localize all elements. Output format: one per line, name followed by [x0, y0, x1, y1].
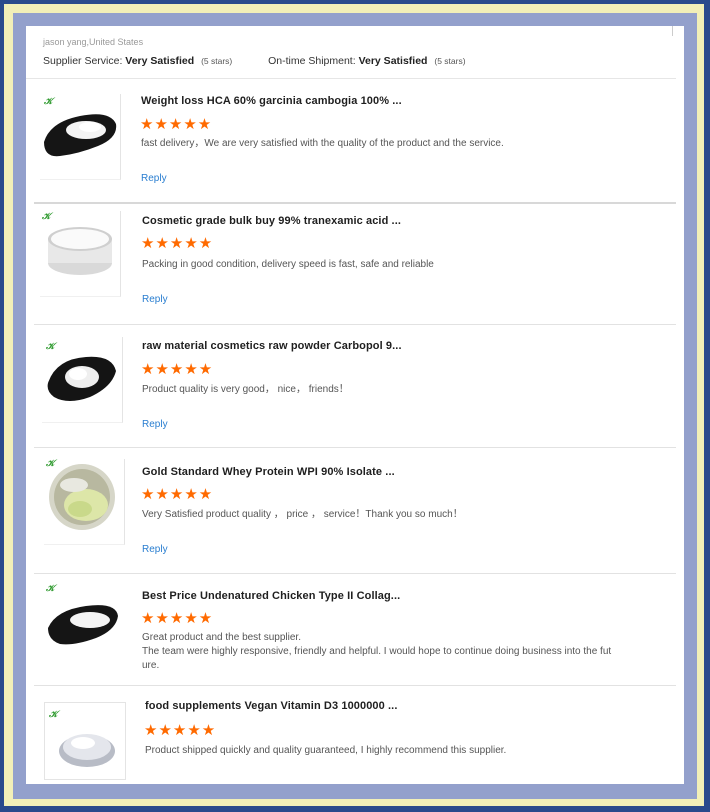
product-thumbnail[interactable] [40, 211, 121, 297]
reply-link[interactable]: Reply [142, 419, 168, 430]
product-title-link[interactable]: Weight loss HCA 60% garcinia cambogia 10… [141, 95, 402, 107]
reply-link[interactable]: Reply [142, 294, 168, 305]
rating-stars-icon: ★★★★★ [141, 361, 214, 378]
powder-glass-bowl-image [49, 464, 115, 530]
shipment-label: On-time Shipment: [268, 55, 356, 67]
supplier-service-stars: (5 stars) [201, 56, 233, 66]
product-title-link[interactable]: Cosmetic grade bulk buy 99% tranexamic a… [142, 215, 401, 227]
product-thumbnail[interactable]: 𝒦 [44, 702, 126, 780]
supplier-service-value: Very Satisfied [125, 55, 195, 67]
review-text: Great product and the best supplier. The… [142, 632, 612, 671]
shipment-stars: (5 stars) [434, 56, 466, 66]
review-summary-header: jason yang,United States Supplier Servic… [26, 26, 676, 79]
product-thumbnail[interactable] [42, 337, 123, 423]
powder-on-black-dish-image [48, 605, 118, 645]
product-title-link[interactable]: food supplements Vegan Vitamin D3 100000… [145, 700, 398, 712]
review-item: 𝒦 raw material cosmetics raw powder Carb… [26, 325, 676, 449]
review-item: 𝒦 Best Price Undenatured Chicken Type II… [26, 574, 676, 686]
reply-link[interactable]: Reply [142, 544, 168, 555]
rating-stars-icon: ★★★★★ [140, 116, 213, 133]
divider [34, 447, 676, 448]
product-thumbnail[interactable] [44, 588, 124, 662]
rating-stars-icon: ★★★★★ [141, 486, 214, 503]
powder-on-black-dish-image [44, 114, 117, 157]
rating-stars-icon: ★★★★★ [144, 722, 217, 739]
rating-stars-icon: ★★★★★ [141, 235, 214, 252]
supplier-service-label: Supplier Service: [43, 55, 123, 67]
product-thumbnail[interactable] [40, 94, 121, 180]
review-item: 𝒦 food supplements Vegan Vitamin D3 1000… [26, 686, 676, 784]
review-text: Product shipped quickly and quality guar… [145, 745, 507, 756]
reviewer-name: jason yang,United States [43, 37, 144, 47]
leaf-logo-icon: 𝒦 [49, 709, 58, 719]
summary-ratings: Supplier Service: Very Satisfied (5 star… [43, 55, 466, 67]
review-text: Very Satisfied product quality ， price ，… [142, 509, 463, 520]
divider [672, 26, 673, 36]
review-text: fast delivery，We are very satisfied with… [141, 138, 504, 149]
reviews-panel: jason yang,United States Supplier Servic… [26, 26, 684, 784]
review-item: 𝒦 Weight loss HCA 60% garcinia cambogia … [26, 78, 676, 204]
reply-link[interactable]: Reply [141, 173, 167, 184]
review-text: Product quality is very good， nice， frie… [142, 384, 349, 395]
product-title-link[interactable]: Best Price Undenatured Chicken Type II C… [142, 590, 400, 602]
product-title-link[interactable]: Gold Standard Whey Protein WPI 90% Isola… [142, 466, 395, 478]
powder-bowl-image [48, 227, 112, 275]
review-text: Packing in good condition, delivery spee… [142, 259, 434, 270]
shipment-value: Very Satisfied [358, 55, 428, 67]
powder-on-black-leaf-image [47, 356, 116, 401]
review-item: 𝒦 Cosmetic grade bulk buy 99% tranexamic… [26, 203, 676, 325]
rating-stars-icon: ★★★★★ [141, 610, 214, 627]
product-title-link[interactable]: raw material cosmetics raw powder Carbop… [142, 340, 402, 352]
product-thumbnail[interactable] [44, 459, 125, 545]
review-item: 𝒦 Gold Standard Whey Protein WPI 90% Iso… [26, 449, 676, 574]
